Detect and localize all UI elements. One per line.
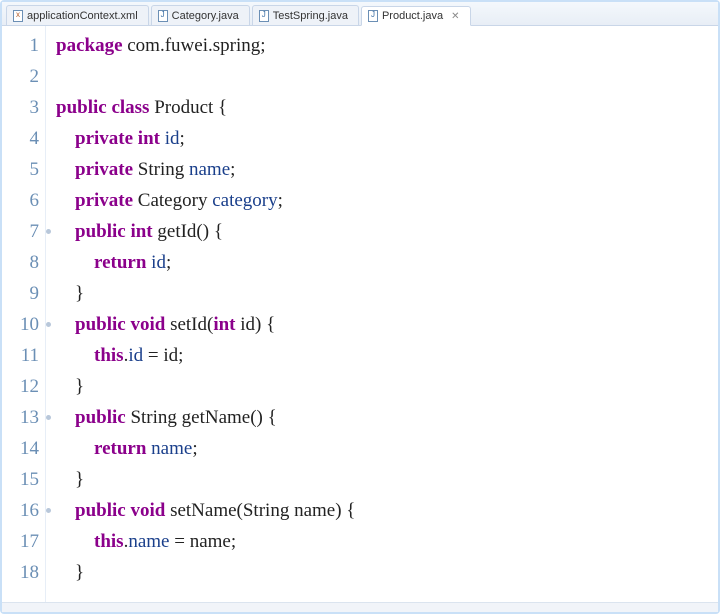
line-number: 7 bbox=[2, 216, 45, 247]
tab-label: applicationContext.xml bbox=[27, 10, 138, 22]
tab-label: Product.java bbox=[382, 10, 443, 22]
line-number: 14 bbox=[2, 433, 45, 464]
line-number: 16 bbox=[2, 495, 45, 526]
code-line: private int id; bbox=[56, 123, 718, 154]
editor: 1 2 3 4 5 6 7 8 9 10 11 12 13 14 15 16 1… bbox=[2, 26, 718, 602]
code-line: private Category category; bbox=[56, 185, 718, 216]
line-number: 8 bbox=[2, 247, 45, 278]
code-line: } bbox=[56, 557, 718, 588]
close-icon[interactable]: ✕ bbox=[451, 11, 459, 22]
code-line: return name; bbox=[56, 433, 718, 464]
code-line: this.name = name; bbox=[56, 526, 718, 557]
code-line: public String getName() { bbox=[56, 402, 718, 433]
code-line: package com.fuwei.spring; bbox=[56, 30, 718, 61]
line-number: 17 bbox=[2, 526, 45, 557]
line-number: 10 bbox=[2, 309, 45, 340]
code-line: public int getId() { bbox=[56, 216, 718, 247]
code-line: private String name; bbox=[56, 154, 718, 185]
tab-label: TestSpring.java bbox=[273, 10, 348, 22]
line-number-gutter: 1 2 3 4 5 6 7 8 9 10 11 12 13 14 15 16 1… bbox=[2, 26, 46, 602]
tab-label: Category.java bbox=[172, 10, 239, 22]
line-number: 6 bbox=[2, 185, 45, 216]
line-number: 13 bbox=[2, 402, 45, 433]
code-line: this.id = id; bbox=[56, 340, 718, 371]
line-number: 5 bbox=[2, 154, 45, 185]
code-line: return id; bbox=[56, 247, 718, 278]
tab-product[interactable]: Product.java ✕ bbox=[361, 6, 471, 26]
line-number: 12 bbox=[2, 371, 45, 402]
line-number: 1 bbox=[2, 30, 45, 61]
tab-bar: applicationContext.xml Category.java Tes… bbox=[2, 2, 718, 26]
code-line: public class Product { bbox=[56, 92, 718, 123]
code-line: } bbox=[56, 371, 718, 402]
line-number: 9 bbox=[2, 278, 45, 309]
horizontal-scrollbar[interactable] bbox=[2, 602, 718, 612]
line-number: 2 bbox=[2, 61, 45, 92]
java-file-icon bbox=[368, 10, 378, 22]
xml-file-icon bbox=[13, 10, 23, 22]
tab-application-context[interactable]: applicationContext.xml bbox=[6, 5, 149, 25]
java-file-icon bbox=[259, 10, 269, 22]
code-area[interactable]: package com.fuwei.spring; public class P… bbox=[46, 26, 718, 602]
code-line: public void setName(String name) { bbox=[56, 495, 718, 526]
line-number: 15 bbox=[2, 464, 45, 495]
code-line bbox=[56, 61, 718, 92]
code-line: public void setId(int id) { bbox=[56, 309, 718, 340]
tab-category[interactable]: Category.java bbox=[151, 5, 250, 25]
code-line: } bbox=[56, 278, 718, 309]
code-line: } bbox=[56, 464, 718, 495]
line-number: 3 bbox=[2, 92, 45, 123]
line-number: 18 bbox=[2, 557, 45, 588]
tab-testspring[interactable]: TestSpring.java bbox=[252, 5, 359, 25]
line-number: 11 bbox=[2, 340, 45, 371]
java-file-icon bbox=[158, 10, 168, 22]
line-number: 4 bbox=[2, 123, 45, 154]
